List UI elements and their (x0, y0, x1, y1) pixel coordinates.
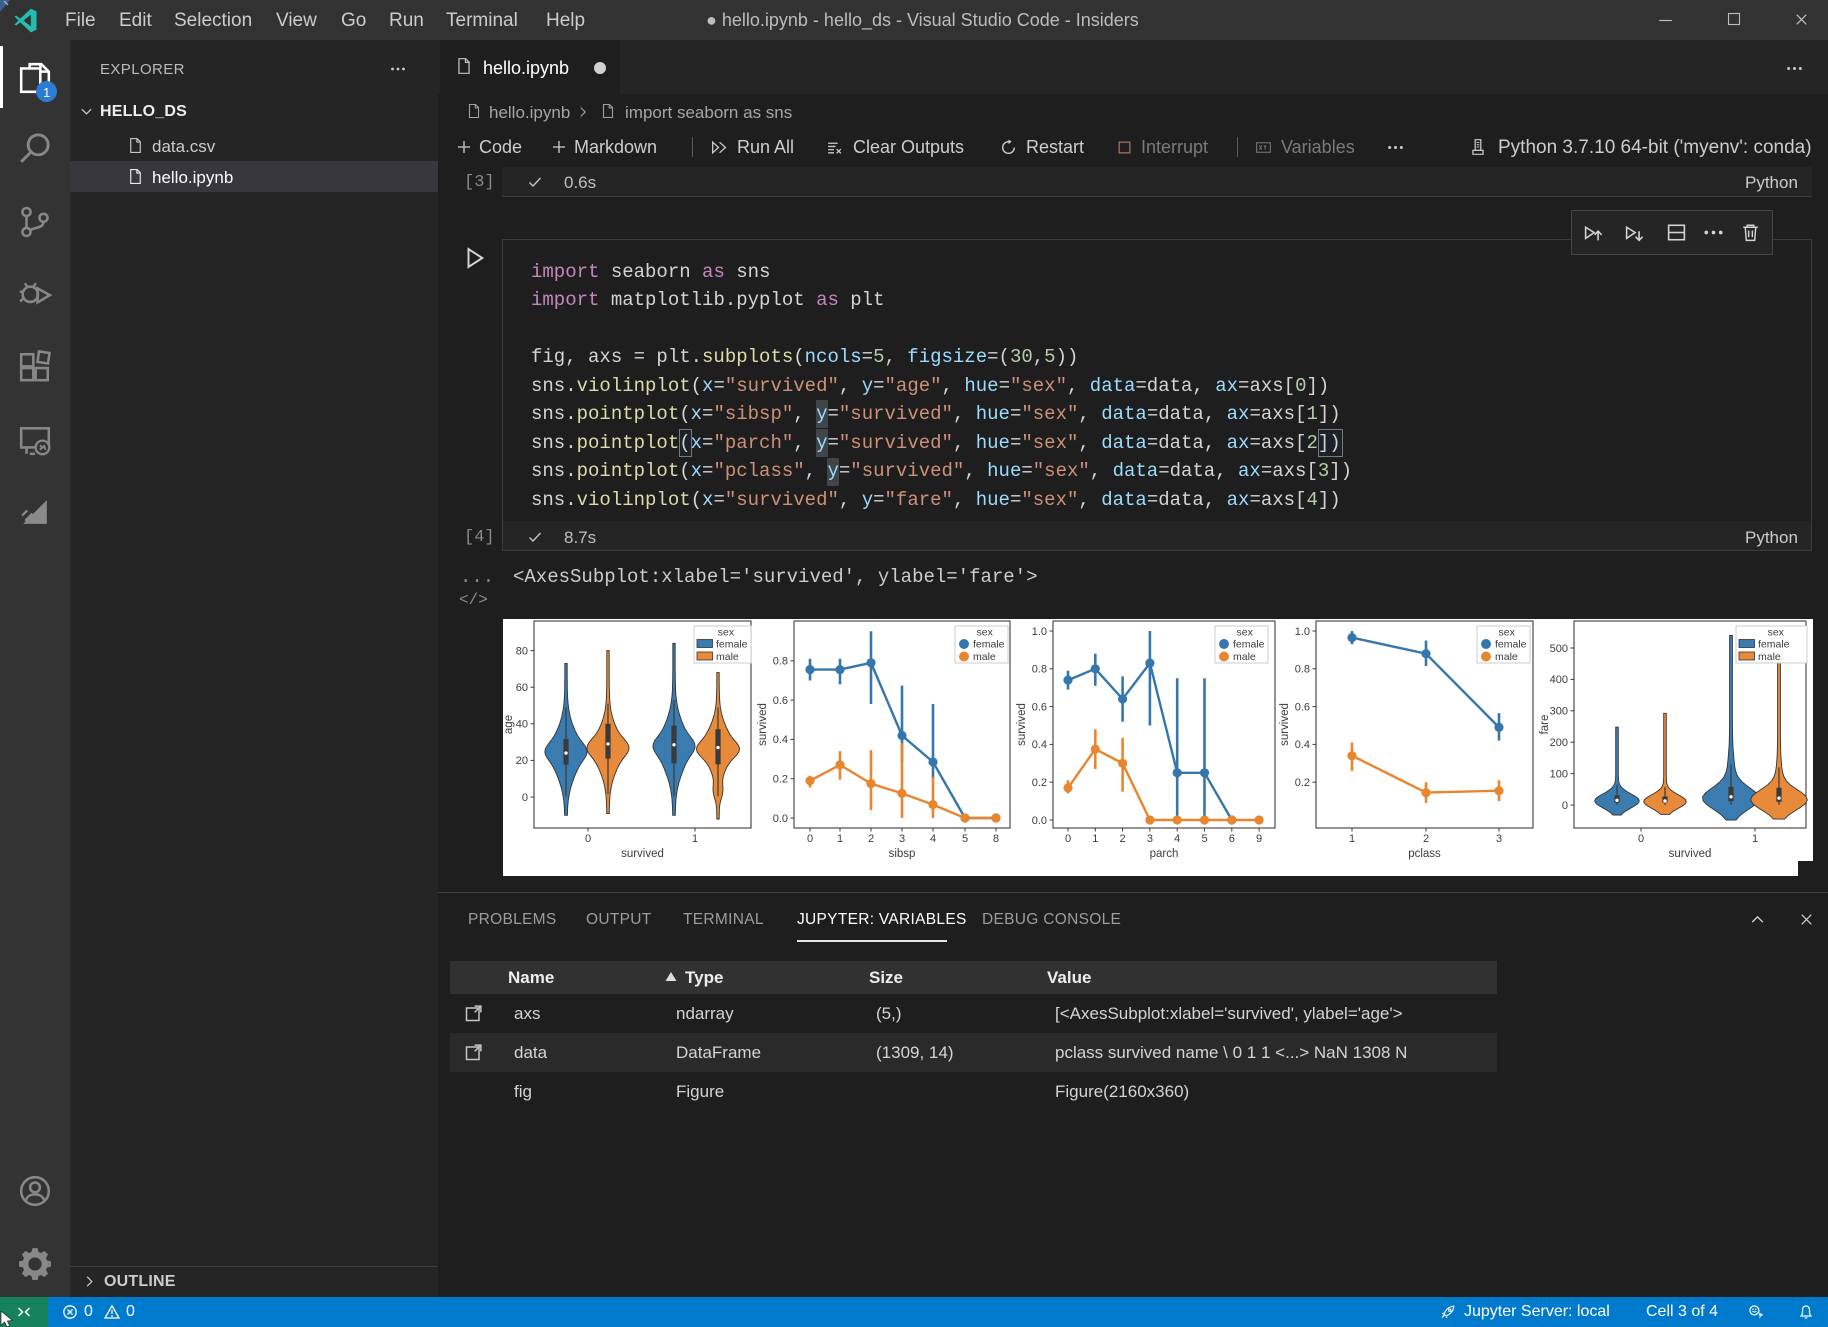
svg-text:500: 500 (1550, 643, 1568, 655)
svg-text:female: female (716, 639, 748, 651)
svg-text:0.0: 0.0 (1032, 815, 1047, 827)
svg-text:0.8: 0.8 (1032, 664, 1047, 676)
svg-text:0.6: 0.6 (1295, 701, 1310, 713)
svg-text:0.4: 0.4 (1295, 739, 1310, 751)
svg-text:sex: sex (977, 627, 994, 639)
svg-text:male: male (973, 651, 996, 663)
svg-text:3: 3 (1147, 833, 1153, 845)
svg-text:survived: survived (1669, 848, 1712, 860)
svg-text:0.8: 0.8 (773, 656, 788, 668)
svg-text:female: female (973, 639, 1005, 651)
svg-text:200: 200 (1550, 737, 1568, 749)
svg-text:0: 0 (522, 792, 528, 804)
svg-text:parch: parch (1150, 848, 1179, 860)
svg-text:male: male (1758, 651, 1781, 663)
svg-text:male: male (1233, 651, 1256, 663)
svg-text:0.6: 0.6 (1032, 701, 1047, 713)
svg-text:0: 0 (1562, 800, 1568, 812)
svg-text:sex: sex (1768, 627, 1785, 639)
svg-text:20: 20 (516, 755, 528, 767)
svg-text:0: 0 (1638, 833, 1644, 845)
svg-text:female: female (1495, 639, 1527, 651)
svg-text:2: 2 (1423, 833, 1429, 845)
svg-text:0.2: 0.2 (1032, 777, 1047, 789)
svg-text:0.6: 0.6 (773, 695, 788, 707)
svg-text:2: 2 (868, 833, 874, 845)
svg-text:300: 300 (1550, 706, 1568, 718)
svg-text:6: 6 (1229, 833, 1235, 845)
svg-text:60: 60 (516, 682, 528, 694)
svg-text:3: 3 (1496, 833, 1502, 845)
svg-text:0.0: 0.0 (773, 813, 788, 825)
svg-text:survived: survived (757, 703, 769, 746)
svg-text:age: age (503, 715, 515, 734)
svg-text:0.4: 0.4 (1032, 739, 1047, 751)
svg-text:male: male (1495, 651, 1518, 663)
svg-text:fare: fare (1539, 715, 1551, 735)
svg-text:5: 5 (962, 833, 968, 845)
svg-text:1.0: 1.0 (1295, 626, 1310, 638)
svg-text:1: 1 (1092, 833, 1098, 845)
svg-text:1: 1 (1349, 833, 1355, 845)
svg-text:4: 4 (1174, 833, 1180, 845)
svg-text:9: 9 (1256, 833, 1262, 845)
svg-text:3: 3 (899, 833, 905, 845)
svg-text:0.2: 0.2 (1295, 777, 1310, 789)
svg-text:male: male (716, 651, 739, 663)
svg-text:40: 40 (516, 719, 528, 731)
svg-text:0.2: 0.2 (773, 774, 788, 786)
svg-text:sex: sex (1237, 627, 1254, 639)
svg-text:400: 400 (1550, 674, 1568, 686)
svg-text:survived: survived (621, 848, 664, 860)
svg-text:pclass: pclass (1408, 848, 1441, 860)
svg-text:0.4: 0.4 (773, 734, 788, 746)
svg-text:80: 80 (516, 645, 528, 657)
svg-text:female: female (1233, 639, 1265, 651)
svg-text:sibsp: sibsp (889, 848, 916, 860)
svg-text:sex: sex (718, 627, 735, 639)
svg-text:1: 1 (1752, 833, 1758, 845)
svg-text:1.0: 1.0 (1032, 626, 1047, 638)
svg-text:sex: sex (1499, 627, 1516, 639)
svg-text:survived: survived (1279, 703, 1291, 746)
svg-text:5: 5 (1201, 833, 1207, 845)
svg-text:0: 0 (585, 833, 591, 845)
svg-text:100: 100 (1550, 768, 1568, 780)
svg-text:1: 1 (837, 833, 843, 845)
svg-text:female: female (1758, 639, 1790, 651)
svg-text:survived: survived (1016, 703, 1028, 746)
svg-text:0: 0 (807, 833, 813, 845)
svg-text:4: 4 (930, 833, 936, 845)
svg-text:0: 0 (1065, 833, 1071, 845)
svg-text:0.8: 0.8 (1295, 664, 1310, 676)
svg-text:1: 1 (692, 833, 698, 845)
svg-text:8: 8 (993, 833, 999, 845)
svg-text:2: 2 (1120, 833, 1126, 845)
